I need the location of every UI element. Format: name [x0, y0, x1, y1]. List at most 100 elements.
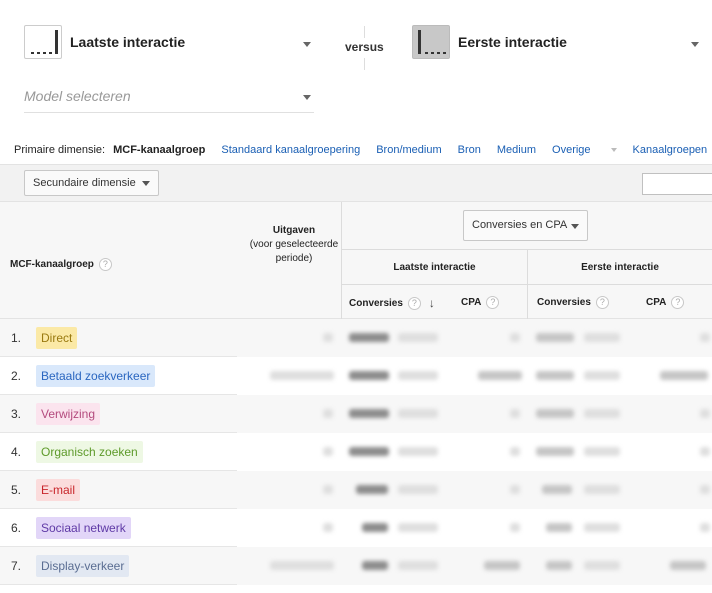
channel-group-chip[interactable]: Verwijzing: [36, 403, 101, 425]
channel-group-chip[interactable]: E-mail: [36, 479, 81, 501]
blurred-value: [270, 371, 334, 380]
sort-descending-icon: ↓: [428, 296, 435, 310]
row-number: 1.: [11, 331, 22, 345]
blurred-value: [584, 561, 620, 570]
table-header: MCF-kanaalgroep ? Uitgaven (voor geselec…: [0, 202, 712, 319]
divider: [341, 202, 342, 319]
dimension-source[interactable]: Bron: [458, 144, 481, 156]
blurred-value: [700, 523, 710, 532]
column-header-spend[interactable]: Uitgaven (voor geselecteerde periode): [248, 224, 340, 266]
model-select-placeholder[interactable]: Model selecteren: [24, 88, 131, 104]
column-header-label: MCF-kanaalgroep: [10, 259, 94, 270]
blurred-value: [700, 333, 710, 342]
blurred-value: [510, 523, 520, 532]
channel-group-chip[interactable]: Sociaal netwerk: [36, 517, 131, 539]
table-row: 5. E-mail: [0, 471, 712, 509]
blurred-value: [584, 523, 620, 532]
dimension-source-medium[interactable]: Bron/medium: [376, 144, 441, 156]
blurred-value: [546, 561, 572, 570]
dimension-medium[interactable]: Medium: [497, 144, 536, 156]
help-icon[interactable]: ?: [486, 296, 500, 309]
versus-label: versus: [345, 40, 384, 54]
table-search-input[interactable]: [642, 173, 712, 195]
blurred-value: [670, 561, 706, 570]
help-icon[interactable]: ?: [671, 296, 685, 309]
blurred-value: [536, 409, 574, 418]
blurred-value: [700, 485, 710, 494]
blurred-value: [584, 447, 620, 456]
blurred-value: [349, 371, 389, 380]
blurred-value: [398, 371, 438, 380]
blurred-value: [398, 485, 438, 494]
channel-group-chip[interactable]: Display-verkeer: [36, 555, 130, 577]
blurred-value: [323, 523, 333, 532]
row-number: 6.: [11, 521, 22, 535]
row-number: 3.: [11, 407, 22, 421]
chevron-down-icon: [610, 148, 617, 153]
blurred-value: [478, 371, 522, 380]
secondary-dimension-button[interactable]: Secundaire dimensie: [24, 170, 159, 196]
blurred-value: [584, 409, 620, 418]
row-number: 5.: [11, 483, 22, 497]
table-row: 3. Verwijzing: [0, 395, 712, 433]
blurred-value: [398, 409, 438, 418]
blurred-value: [510, 447, 520, 456]
blurred-value: [700, 447, 710, 456]
channel-group-chip[interactable]: Betaald zoekverkeer: [36, 365, 156, 387]
chevron-down-icon[interactable]: [303, 95, 311, 100]
blurred-value: [398, 333, 438, 342]
blurred-value: [584, 333, 620, 342]
dimension-mcf-channel-group: MCF-kanaalgroep: [113, 144, 206, 156]
blurred-value: [510, 485, 520, 494]
help-icon[interactable]: ?: [595, 296, 609, 309]
blurred-value: [700, 409, 710, 418]
metric-select-label: Conversies en CPA: [472, 219, 568, 231]
dimension-channel-groups-label: Kanaalgroepen: [632, 144, 708, 156]
first-interaction-icon: [412, 25, 450, 59]
blurred-value: [362, 523, 388, 532]
model-selector-left[interactable]: Laatste interactie: [24, 25, 185, 59]
dimension-channel-groups-dropdown[interactable]: Kanaalgroepen: [633, 144, 712, 156]
column-header-cpa-left[interactable]: CPA ?: [461, 296, 500, 309]
help-icon[interactable]: ?: [98, 258, 112, 271]
column-header-conversions-right[interactable]: Conversies ?: [537, 296, 609, 309]
blurred-value: [510, 409, 520, 418]
divider: [342, 284, 712, 285]
blurred-value: [323, 485, 333, 494]
column-header-spend-title: Uitgaven: [272, 225, 316, 236]
channel-group-chip[interactable]: Organisch zoeken: [36, 441, 143, 463]
row-number: 4.: [11, 445, 22, 459]
chevron-down-icon[interactable]: [303, 42, 311, 47]
primary-dimension-label: Primaire dimensie:: [14, 144, 106, 156]
primary-dimension-bar: Primaire dimensie: MCF-kanaalgroep Stand…: [14, 144, 712, 156]
last-interaction-icon: [24, 25, 62, 59]
dimension-default-channel-grouping[interactable]: Standaard kanaalgroepering: [221, 144, 360, 156]
blurred-value: [398, 561, 438, 570]
column-header-cpa-right[interactable]: CPA ?: [646, 296, 685, 309]
channel-group-chip[interactable]: Direct: [36, 327, 78, 349]
group-header-first-interaction: Eerste interactie: [581, 262, 659, 273]
column-header-conversions-left[interactable]: Conversies ? ↓: [349, 296, 435, 310]
table-row: 4. Organisch zoeken: [0, 433, 712, 471]
column-header-mcf-channel-group[interactable]: MCF-kanaalgroep ?: [10, 258, 112, 271]
column-header-label: CPA: [461, 297, 482, 308]
dimension-other-label: Overige: [552, 144, 591, 156]
dimension-other-dropdown[interactable]: Overige: [552, 144, 617, 156]
table-row: 7. Display-verkeer: [0, 547, 712, 585]
blurred-value: [536, 333, 574, 342]
divider: [24, 112, 314, 113]
help-icon[interactable]: ?: [407, 296, 421, 310]
blurred-value: [536, 447, 574, 456]
blurred-value: [356, 485, 388, 494]
blurred-value: [398, 447, 438, 456]
blurred-value: [398, 523, 438, 532]
chevron-down-icon: [142, 181, 150, 186]
metric-select[interactable]: Conversies en CPA: [463, 210, 588, 241]
chevron-down-icon[interactable]: [691, 42, 699, 47]
column-header-label: Conversies: [349, 297, 403, 309]
model-selector-right[interactable]: Eerste interactie: [412, 25, 567, 59]
column-header-label: CPA: [646, 297, 667, 308]
column-header-spend-subtitle: (voor geselecteerde periode): [249, 239, 339, 264]
blurred-value: [546, 523, 572, 532]
model-name-right: Eerste interactie: [458, 34, 567, 50]
